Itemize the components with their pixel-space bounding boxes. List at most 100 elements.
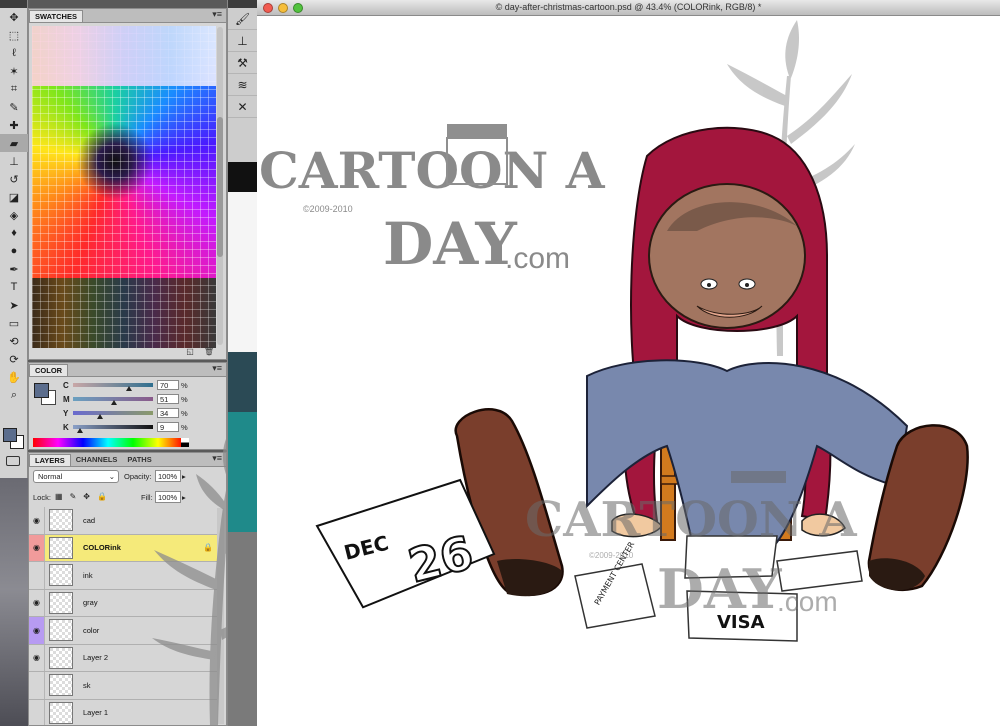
layer-visibility-toggle[interactable]: ◉ — [29, 644, 45, 671]
panel-grip[interactable] — [0, 0, 27, 8]
swatch-pale-rows[interactable] — [32, 26, 216, 86]
layer-visibility-toggle[interactable]: ◉ — [29, 507, 45, 534]
channel-value-c[interactable]: 70 — [157, 380, 179, 390]
channel-value-m[interactable]: 51 — [157, 394, 179, 404]
tools-crossed-icon[interactable]: ✕ — [228, 96, 257, 118]
layer-thumbnail[interactable] — [49, 619, 73, 642]
dodge-tool-icon[interactable]: ● — [0, 242, 28, 260]
layer-thumbnail[interactable] — [49, 536, 73, 559]
lasso-tool-icon[interactable]: ℓ — [0, 44, 28, 62]
layer-name[interactable]: sk — [83, 681, 91, 690]
eyedropper-tool-icon[interactable]: ✎ — [0, 98, 28, 116]
pen-tool-icon[interactable]: ✒ — [0, 260, 28, 278]
swatch-grid[interactable] — [32, 26, 216, 348]
3d-rotate-tool-icon[interactable]: ⟲ — [0, 332, 28, 350]
layer-name[interactable]: cad — [83, 516, 95, 525]
layer-visibility-toggle[interactable]: ◉ — [29, 534, 45, 561]
trash-icon[interactable]: 🗑 — [204, 347, 214, 356]
tab-channels[interactable]: CHANNELS — [71, 454, 123, 466]
shape-tool-icon[interactable]: ▭ — [0, 314, 28, 332]
layer-visibility-toggle[interactable]: ◉ — [29, 617, 45, 644]
lock-transparency-icon[interactable]: ▦ — [55, 492, 63, 501]
layer-thumbnail[interactable] — [49, 564, 73, 587]
channel-slider-c[interactable] — [73, 383, 153, 391]
gradient-tool-icon[interactable]: ◈ — [0, 206, 28, 224]
channel-value-k[interactable]: 9 — [157, 422, 179, 432]
blend-mode-select[interactable]: Normal ⌄ — [33, 470, 119, 483]
slider-knob[interactable] — [77, 428, 84, 433]
type-tool-icon[interactable]: T — [0, 278, 28, 296]
stamp-tool-icon[interactable]: ⊥ — [0, 152, 28, 170]
layer-name[interactable]: Layer 1 — [83, 708, 108, 717]
layer-name[interactable]: ink — [83, 571, 93, 580]
layer-name[interactable]: gray — [83, 598, 98, 607]
panel-menu-icon[interactable]: ▾≡ — [212, 9, 222, 20]
dock-grip[interactable] — [228, 0, 257, 8]
marquee-tool-icon[interactable]: ⬚ — [0, 26, 28, 44]
brush-tool-icon[interactable]: ▰ — [0, 134, 28, 152]
artwork-canvas[interactable]: CARTOON A ©2009-2010 DAY .com DEC 26 PAY… — [257, 16, 1000, 726]
channel-slider-m[interactable] — [73, 397, 153, 405]
layer-thumbnail[interactable] — [49, 646, 73, 669]
layer-visibility-toggle[interactable]: ◉ — [29, 589, 45, 616]
black-white-ramp[interactable] — [181, 438, 189, 447]
color-ramp[interactable] — [33, 438, 189, 447]
layer-thumbnail[interactable] — [49, 591, 73, 614]
channel-slider-y[interactable] — [73, 411, 153, 419]
panel-menu-icon[interactable]: ▾≡ — [212, 453, 222, 464]
3d-orbit-tool-icon[interactable]: ⟳ — [0, 350, 28, 368]
fill-arrow-icon[interactable]: ▸ — [182, 493, 186, 502]
slider-knob[interactable] — [110, 400, 117, 405]
brush-presets-icon[interactable]: 🖌 — [228, 8, 257, 30]
tab-layers[interactable]: LAYERS — [29, 454, 71, 466]
layers-scrollbar[interactable] — [217, 508, 224, 724]
path-select-tool-icon[interactable]: ➤ — [0, 296, 28, 314]
slider-knob[interactable] — [126, 386, 132, 391]
healing-tool-icon[interactable]: ✚ — [0, 116, 28, 134]
move-tool-icon[interactable]: ✥ — [0, 8, 28, 26]
opacity-arrow-icon[interactable]: ▸ — [182, 472, 186, 481]
panel-menu-icon[interactable]: ▾≡ — [212, 363, 222, 374]
lock-all-icon[interactable]: 🔒 — [97, 492, 107, 501]
zoom-tool-icon[interactable]: ⌕ — [0, 386, 28, 404]
layer-visibility-toggle[interactable] — [29, 699, 45, 725]
document-titlebar[interactable]: © day-after-christmas-cartoon.psd @ 43.4… — [257, 0, 1000, 16]
eraser-tool-icon[interactable]: ◪ — [0, 188, 28, 206]
magic-wand-tool-icon[interactable]: ✶ — [0, 62, 28, 80]
swatches-scroll-thumb[interactable] — [217, 117, 223, 257]
layer-row[interactable]: ◉ gray — [29, 589, 217, 617]
new-swatch-icon[interactable]: ◱ — [186, 347, 194, 356]
lock-position-icon[interactable]: ✥ — [83, 492, 90, 501]
slider-knob[interactable] — [97, 414, 104, 419]
layer-name[interactable]: Layer 2 — [83, 653, 108, 662]
layer-name[interactable]: COLORink — [83, 543, 121, 552]
foreground-color-swatch[interactable] — [3, 428, 17, 442]
tab-color[interactable]: COLOR — [29, 364, 69, 376]
layer-thumbnail[interactable] — [49, 509, 73, 532]
layer-visibility-toggle[interactable] — [29, 672, 45, 699]
layer-visibility-toggle[interactable] — [29, 562, 45, 589]
layer-thumbnail[interactable] — [49, 701, 73, 724]
channel-value-y[interactable]: 34 — [157, 408, 179, 418]
tool-presets-icon[interactable]: ⚒ — [228, 52, 257, 74]
tab-paths[interactable]: PATHS — [122, 454, 156, 466]
opacity-field[interactable]: 100% — [155, 470, 181, 482]
lock-pixels-icon[interactable]: ✎ — [70, 492, 77, 501]
history-brush-tool-icon[interactable]: ↺ — [0, 170, 28, 188]
layer-row[interactable]: ◉ color — [29, 617, 217, 645]
clone-source-icon[interactable]: ⊥ — [228, 30, 257, 52]
layer-row[interactable]: sk — [29, 672, 217, 700]
hand-tool-icon[interactable]: ✋ — [0, 368, 28, 386]
fill-field[interactable]: 100% — [155, 491, 181, 503]
tab-swatches[interactable]: SWATCHES — [29, 10, 83, 22]
layer-row[interactable]: ◉ COLORink 🔒 — [29, 534, 217, 562]
swatch-dark-rows[interactable] — [32, 278, 216, 348]
channel-slider-k[interactable] — [73, 425, 153, 433]
layer-row[interactable]: ◉ cad — [29, 507, 217, 535]
swatches-scrollbar[interactable] — [217, 27, 223, 345]
adjustments-icon[interactable]: ≋ — [228, 74, 257, 96]
layer-row[interactable]: ◉ Layer 2 — [29, 644, 217, 672]
layer-row[interactable]: ink — [29, 562, 217, 590]
crop-tool-icon[interactable]: ⌗ — [0, 80, 28, 98]
layer-thumbnail[interactable] — [49, 674, 73, 697]
